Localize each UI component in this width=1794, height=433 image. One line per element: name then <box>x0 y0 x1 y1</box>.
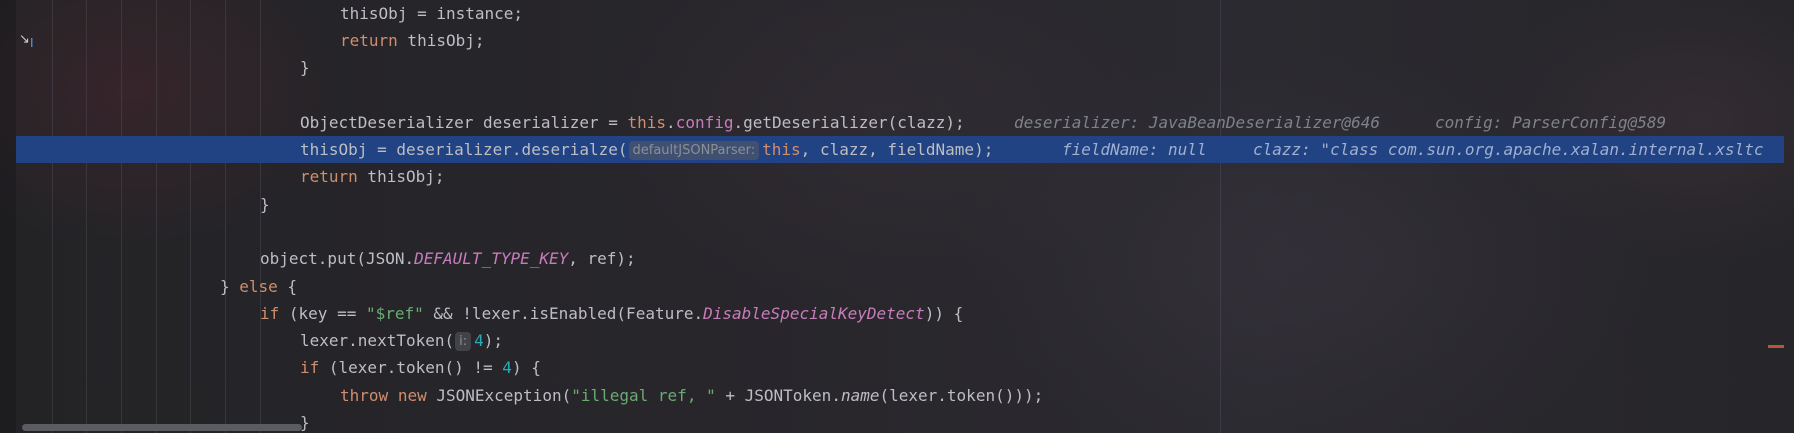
code-line[interactable]: if (lexer.token() != 4) { <box>16 354 1794 381</box>
line-code: if (lexer.token() != 4) { <box>300 354 541 381</box>
code-text: thisObj = deserializer.deserialze( <box>300 140 628 159</box>
code-line[interactable]: object.put(JSON.DEFAULT_TYPE_KEY, ref); <box>16 245 1794 272</box>
field-token: config <box>675 113 734 132</box>
number-literal: 4 <box>502 358 512 377</box>
code-text: thisObj; <box>357 167 445 186</box>
execution-point-line[interactable]: thisObj = deserializer.deserialze(defaul… <box>16 136 1784 163</box>
inline-debug-value: fieldName: null <box>1062 140 1207 159</box>
parameter-hint: i: <box>455 332 472 351</box>
code-text: && !lexer.isEnabled(Feature. <box>423 304 704 323</box>
code-line[interactable]: } <box>16 191 1794 218</box>
code-line[interactable]: thisObj = instance; <box>16 0 1794 27</box>
line-code: if (key == "$ref" && !lexer.isEnabled(Fe… <box>260 300 963 327</box>
code-text: { <box>277 277 298 296</box>
editor-gutter[interactable] <box>0 0 16 433</box>
code-line[interactable]: } <box>16 54 1794 81</box>
code-text: , ref); <box>568 249 636 268</box>
code-text: (lexer.token() != <box>319 358 503 377</box>
code-line[interactable]: return thisObj; <box>16 163 1794 190</box>
line-code: lexer.nextToken(i: 4); <box>300 327 503 354</box>
code-text: } <box>220 277 240 296</box>
keyword-token: this <box>627 113 667 132</box>
constant-token: DisableSpecialKeyDetect <box>703 304 925 323</box>
code-line[interactable]: ObjectDeserializer deserializer = this.c… <box>16 109 1794 136</box>
code-text: ObjectDeserializer deserializer = <box>300 113 628 132</box>
inline-debug-value: clazz: "class com.sun.org.apache.xalan.i… <box>1253 140 1764 159</box>
code-text: thisObj = instance; <box>340 4 524 23</box>
keyword-token: if <box>260 304 280 323</box>
code-line[interactable]: lexer.nextToken(i: 4); <box>16 327 1794 354</box>
line-code: ObjectDeserializer deserializer = this.c… <box>300 109 965 136</box>
code-text: ); <box>483 331 504 350</box>
parameter-hint: defaultJSONParser: <box>628 141 760 160</box>
line-code: return thisObj; <box>340 27 485 54</box>
code-text: (key == <box>279 304 366 323</box>
keyword-token: return <box>340 31 398 50</box>
code-line[interactable]: if (key == "$ref" && !lexer.isEnabled(Fe… <box>16 300 1794 327</box>
keyword-token: if <box>300 358 320 377</box>
line-code: throw new JSONException("illegal ref, " … <box>340 382 1043 409</box>
code-text: object.put(JSON. <box>260 249 415 268</box>
code-text: , clazz, fieldName); <box>800 140 994 159</box>
code-text: )) { <box>924 304 964 323</box>
code-text: .getDeserializer(clazz); <box>733 113 965 132</box>
line-code: } else { <box>220 273 297 300</box>
line-code: object.put(JSON.DEFAULT_TYPE_KEY, ref); <box>260 245 636 272</box>
method-token: name <box>840 386 880 405</box>
inline-debug-value: config: ParserConfig@589 <box>1435 113 1667 132</box>
code-text: (lexer.token())); <box>879 386 1044 405</box>
code-line[interactable] <box>16 82 1794 109</box>
keyword-token: else <box>239 277 278 296</box>
code-text: . <box>666 113 676 132</box>
keyword-token: this <box>762 140 801 159</box>
line-code: } <box>260 191 270 218</box>
code-editor[interactable]: ↘ I thisObj = instance; return thisObj; }… <box>0 0 1794 433</box>
code-text: lexer.nextToken( <box>300 331 455 350</box>
string-literal: "illegal ref, " <box>571 386 716 405</box>
horizontal-scrollbar[interactable] <box>22 424 302 431</box>
line-code: } <box>300 54 310 81</box>
code-line[interactable]: return thisObj; <box>16 27 1794 54</box>
code-line[interactable]: throw new JSONException("illegal ref, " … <box>16 382 1794 409</box>
string-literal: "$ref" <box>365 304 424 323</box>
inline-debug-value: deserializer: JavaBeanDeserializer@646 <box>1014 113 1381 132</box>
code-text: } <box>300 58 310 77</box>
keyword-token: throw <box>340 386 389 405</box>
code-text: ) { <box>511 358 541 377</box>
keyword-token: return <box>300 167 358 186</box>
line-code: return thisObj; <box>300 163 445 190</box>
line-code: thisObj = deserializer.deserialze(defaul… <box>300 136 993 163</box>
number-literal: 4 <box>474 331 484 350</box>
code-text: + JSONToken. <box>715 386 841 405</box>
code-text: thisObj; <box>397 31 485 50</box>
code-line[interactable] <box>16 218 1794 245</box>
line-code: thisObj = instance; <box>340 0 523 27</box>
keyword-token: new <box>397 386 427 405</box>
code-text: } <box>260 195 270 214</box>
code-line[interactable]: } else { <box>16 273 1794 300</box>
error-stripe-marker[interactable] <box>1768 345 1784 348</box>
code-text: JSONException( <box>426 386 572 405</box>
constant-token: DEFAULT_TYPE_KEY <box>414 249 569 268</box>
